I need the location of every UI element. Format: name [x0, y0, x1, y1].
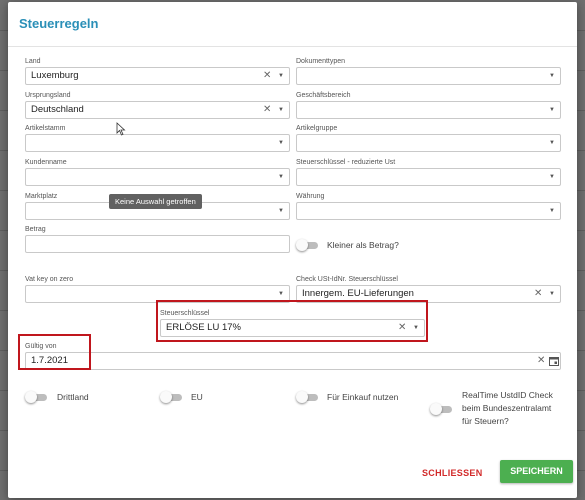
calendar-icon[interactable]	[549, 356, 559, 366]
chevron-down-icon[interactable]: ▼	[278, 68, 284, 85]
artikelstamm-label: Artikelstamm	[25, 125, 66, 132]
vat-key-on-zero-field: Vat key on zero ▼	[25, 275, 290, 303]
clear-icon[interactable]: ✕	[263, 102, 271, 118]
kleiner-als-betrag-toggle[interactable]	[296, 239, 318, 251]
eu-label: EU	[191, 392, 203, 402]
fuer-einkauf-label: Für Einkauf nutzen	[327, 392, 399, 402]
land-field: Land Luxemburg ✕ ▼	[25, 57, 290, 85]
kundenname-label: Kundenname	[25, 159, 67, 166]
title-divider	[8, 46, 577, 47]
check-ustid-field: Check USt-IdNr. Steuerschlüssel Innergem…	[296, 275, 561, 303]
realtime-label-line1: RealTime UstdID Check	[462, 390, 553, 400]
geschaeftsbereich-select[interactable]: ▼	[296, 101, 561, 119]
artikelgruppe-label: Artikelgruppe	[296, 125, 338, 132]
gueltig-von-label: Gültig von	[25, 343, 57, 350]
steuerschluessel-highlight-box	[156, 300, 428, 342]
ursprungsland-value: Deutschland	[31, 104, 84, 115]
gueltig-von-field: Gültig von 1.7.2021 ✕	[25, 342, 561, 370]
chevron-down-icon[interactable]: ▼	[278, 169, 284, 186]
land-value: Luxemburg	[31, 70, 79, 81]
ursprungsland-select[interactable]: Deutschland ✕ ▼	[25, 101, 290, 119]
artikelstamm-select[interactable]: ▼	[25, 134, 290, 152]
chevron-down-icon[interactable]: ▼	[278, 135, 284, 152]
land-label: Land	[25, 58, 41, 65]
eu-toggle[interactable]	[160, 391, 182, 403]
ursprungsland-field: Ursprungsland Deutschland ✕ ▼	[25, 91, 290, 119]
realtime-label-line3: für Steuern?	[462, 416, 509, 426]
artikelstamm-field: Artikelstamm ▼	[25, 124, 290, 152]
chevron-down-icon[interactable]: ▼	[549, 286, 555, 303]
fuer-einkauf-toggle[interactable]	[296, 391, 318, 403]
betrag-label: Betrag	[25, 226, 46, 233]
chevron-down-icon[interactable]: ▼	[549, 135, 555, 152]
steuerschluessel-reduziert-label: Steuerschlüssel - reduzierte Ust	[296, 159, 396, 166]
drittland-toggle[interactable]	[25, 391, 47, 403]
tooltip: Keine Auswahl getroffen	[109, 194, 202, 209]
realtime-ustid-check-toggle[interactable]	[430, 403, 452, 415]
dialog-title: Steuerregeln	[19, 16, 99, 31]
save-button[interactable]: SPEICHERN	[500, 460, 573, 483]
chevron-down-icon[interactable]: ▼	[549, 102, 555, 119]
waehrung-field: Währung ▼	[296, 192, 561, 220]
ursprungsland-label: Ursprungsland	[25, 92, 71, 99]
geschaeftsbereich-field: Geschäftsbereich ▼	[296, 91, 561, 119]
chevron-down-icon[interactable]: ▼	[278, 102, 284, 119]
artikelgruppe-select[interactable]: ▼	[296, 134, 561, 152]
drittland-label: Drittland	[57, 392, 89, 402]
land-select[interactable]: Luxemburg ✕ ▼	[25, 67, 290, 85]
chevron-down-icon[interactable]: ▼	[278, 203, 284, 220]
betrag-field: Betrag	[25, 225, 290, 253]
realtime-ustid-check-label: RealTime UstdID Check beim Bundeszentral…	[462, 389, 553, 428]
waehrung-label: Währung	[296, 193, 325, 200]
clear-icon[interactable]: ✕	[534, 286, 542, 302]
check-ustid-label: Check USt-IdNr. Steuerschlüssel	[296, 276, 398, 283]
dokumenttypen-select[interactable]: ▼	[296, 67, 561, 85]
clear-icon[interactable]: ✕	[263, 68, 271, 84]
realtime-label-line2: beim Bundeszentralamt	[462, 403, 552, 413]
geschaeftsbereich-label: Geschäftsbereich	[296, 92, 351, 99]
vat-key-on-zero-label: Vat key on zero	[25, 276, 74, 283]
chevron-down-icon[interactable]: ▼	[549, 68, 555, 85]
kundenname-field: Kundenname ▼	[25, 158, 290, 186]
clear-icon[interactable]: ✕	[537, 353, 545, 369]
close-button[interactable]: SCHLIESSEN	[422, 468, 483, 478]
chevron-down-icon[interactable]: ▼	[549, 203, 555, 220]
tax-rules-dialog: Steuerregeln Land Luxemburg ✕ ▼ Dokument…	[8, 2, 577, 498]
chevron-down-icon[interactable]: ▼	[549, 169, 555, 186]
dokumenttypen-field: Dokumenttypen ▼	[296, 57, 561, 85]
betrag-input[interactable]	[25, 235, 290, 253]
waehrung-select[interactable]: ▼	[296, 202, 561, 220]
dokumenttypen-label: Dokumenttypen	[296, 58, 346, 65]
gueltig-von-highlight-box	[18, 334, 91, 370]
steuerschluessel-reduziert-field: Steuerschlüssel - reduzierte Ust ▼	[296, 158, 561, 186]
gueltig-von-date-input[interactable]: 1.7.2021 ✕	[25, 352, 561, 370]
kundenname-select[interactable]: ▼	[25, 168, 290, 186]
mouse-cursor-icon	[116, 122, 126, 136]
kleiner-als-betrag-label: Kleiner als Betrag?	[327, 240, 399, 250]
steuerschluessel-reduziert-select[interactable]: ▼	[296, 168, 561, 186]
artikelgruppe-field: Artikelgruppe ▼	[296, 124, 561, 152]
